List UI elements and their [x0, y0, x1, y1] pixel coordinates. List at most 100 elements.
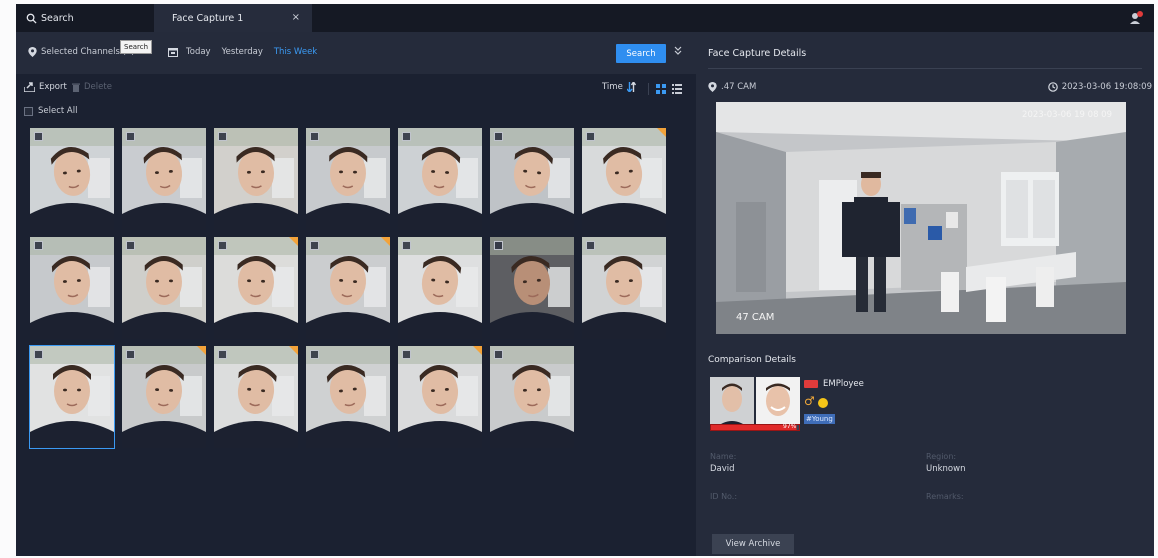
- comparison-title: Comparison Details: [708, 355, 796, 365]
- capture-thumbnail[interactable]: [306, 346, 390, 448]
- thumbnail-checkbox[interactable]: [402, 132, 411, 141]
- clock-icon: [1047, 82, 1058, 92]
- capture-thumbnail[interactable]: [490, 237, 574, 339]
- capture-time-value: 2023-03-06 19:08:09: [1061, 82, 1152, 92]
- face-capture-details-panel: Face Capture Details .47 CAM 2023-03-06 …: [696, 32, 1154, 556]
- export-icon: [24, 82, 35, 92]
- search-icon: [26, 13, 37, 24]
- date-this-week[interactable]: This Week: [274, 47, 317, 57]
- capture-thumbnail[interactable]: [122, 128, 206, 230]
- capture-thumbnail[interactable]: [122, 237, 206, 339]
- thumbnail-checkbox[interactable]: [126, 132, 135, 141]
- scene-camera-label: 47 CAM: [736, 312, 775, 323]
- thumbnail-checkbox[interactable]: [310, 132, 319, 141]
- capture-thumbnail[interactable]: [306, 128, 390, 230]
- matched-face-thumbnail[interactable]: [756, 377, 800, 429]
- tab-face-capture[interactable]: Face Capture 1 ×: [154, 4, 312, 32]
- view-archive-button[interactable]: View Archive: [712, 534, 794, 554]
- capture-thumbnail[interactable]: [490, 346, 574, 448]
- scene-picture: [716, 102, 1126, 334]
- thumbnail-checkbox[interactable]: [218, 241, 227, 250]
- calendar-icon[interactable]: [168, 47, 178, 57]
- search-tooltip: Search: [120, 40, 153, 54]
- grid-view-icon[interactable]: [656, 84, 666, 94]
- smile-icon: [818, 398, 828, 408]
- sort-by-time[interactable]: Time: [602, 82, 636, 92]
- thumbnail-checkbox[interactable]: [586, 241, 595, 250]
- male-gender-icon: ♂: [804, 394, 815, 408]
- capture-thumbnail[interactable]: [30, 128, 114, 230]
- trash-icon: [72, 83, 80, 92]
- user-alert-icon[interactable]: [1128, 10, 1144, 26]
- thumbnail-checkbox[interactable]: [34, 350, 43, 359]
- remarks-label: Remarks:: [926, 492, 964, 501]
- export-button[interactable]: Export: [24, 82, 67, 92]
- tab-search[interactable]: Search: [16, 4, 154, 32]
- location-pin-icon: [708, 82, 717, 92]
- capture-thumbnail[interactable]: [582, 128, 666, 230]
- capture-thumbnail[interactable]: [122, 346, 206, 448]
- capture-thumbnail[interactable]: [214, 128, 298, 230]
- thumbnail-checkbox[interactable]: [402, 241, 411, 250]
- thumbnail-checkbox[interactable]: [34, 132, 43, 141]
- location-pin-icon: [28, 47, 37, 57]
- id-number-label: ID No.:: [710, 492, 738, 501]
- capture-thumbnail[interactable]: [29, 345, 115, 449]
- thumbnail-checkbox[interactable]: [310, 350, 319, 359]
- top-bar: Search Face Capture 1 ×: [16, 4, 1154, 32]
- similarity-value: 97%: [783, 423, 797, 430]
- thumbnail-checkbox[interactable]: [310, 241, 319, 250]
- region-value: Unknown: [926, 464, 966, 474]
- double-chevron-down-icon[interactable]: [674, 46, 682, 58]
- capture-thumbnail[interactable]: [306, 237, 390, 339]
- capture-flag-icon: [473, 346, 482, 355]
- capture-thumbnail[interactable]: [398, 128, 482, 230]
- delete-button[interactable]: Delete: [72, 82, 112, 92]
- thumbnail-checkbox[interactable]: [402, 350, 411, 359]
- capture-thumbnail[interactable]: [30, 237, 114, 339]
- thumbnail-checkbox[interactable]: [494, 132, 503, 141]
- scene-image[interactable]: 2023-03-06 19 08 09 47 CAM: [716, 102, 1126, 334]
- camera-info: .47 CAM: [708, 82, 756, 92]
- tab-face-capture-label: Face Capture 1: [172, 12, 244, 24]
- select-all-checkbox[interactable]: [24, 106, 33, 116]
- capture-thumbnail[interactable]: [490, 128, 574, 230]
- list-toolbar: Export Delete Time: [16, 82, 696, 98]
- captured-face-thumbnail[interactable]: [710, 377, 754, 429]
- capture-flag-icon: [657, 128, 666, 137]
- thumbnail-checkbox[interactable]: [126, 241, 135, 250]
- date-yesterday[interactable]: Yesterday: [222, 47, 263, 57]
- capture-thumbnail[interactable]: [582, 237, 666, 339]
- capture-thumbnail[interactable]: [398, 237, 482, 339]
- delete-label: Delete: [84, 82, 112, 92]
- id-card-icon: [804, 380, 818, 388]
- channel-selector[interactable]: Selected Channels (2): [28, 47, 135, 57]
- list-view-icon[interactable]: [672, 84, 682, 94]
- age-tag: #Young: [804, 414, 835, 424]
- name-value: David: [710, 464, 735, 474]
- scene-timestamp: 2023-03-06 19 08 09: [1022, 110, 1112, 120]
- tab-search-label: Search: [41, 12, 74, 24]
- search-button[interactable]: Search: [616, 44, 666, 63]
- thumbnail-checkbox[interactable]: [586, 132, 595, 141]
- thumbnail-checkbox[interactable]: [494, 350, 503, 359]
- capture-thumbnail[interactable]: [398, 346, 482, 448]
- capture-time: 2023-03-06 19:08:09: [1047, 82, 1152, 92]
- capture-thumbnail[interactable]: [214, 237, 298, 339]
- name-label: Name:: [710, 452, 737, 461]
- details-divider: [708, 68, 1142, 69]
- thumbnail-checkbox[interactable]: [34, 241, 43, 250]
- select-all-label: Select All: [38, 106, 78, 116]
- thumbnail-checkbox[interactable]: [494, 241, 503, 250]
- region-label: Region:: [926, 452, 957, 461]
- details-title: Face Capture Details: [708, 48, 807, 59]
- camera-name: .47 CAM: [721, 82, 757, 92]
- thumbnail-checkbox[interactable]: [126, 350, 135, 359]
- date-today[interactable]: Today: [186, 47, 211, 57]
- filter-bar: Selected Channels (2) Search Today Yeste…: [16, 32, 696, 74]
- thumbnail-checkbox[interactable]: [218, 132, 227, 141]
- thumbnail-checkbox[interactable]: [218, 350, 227, 359]
- capture-thumbnail[interactable]: [214, 346, 298, 448]
- select-all[interactable]: Select All: [24, 106, 77, 116]
- close-icon[interactable]: ×: [292, 12, 300, 23]
